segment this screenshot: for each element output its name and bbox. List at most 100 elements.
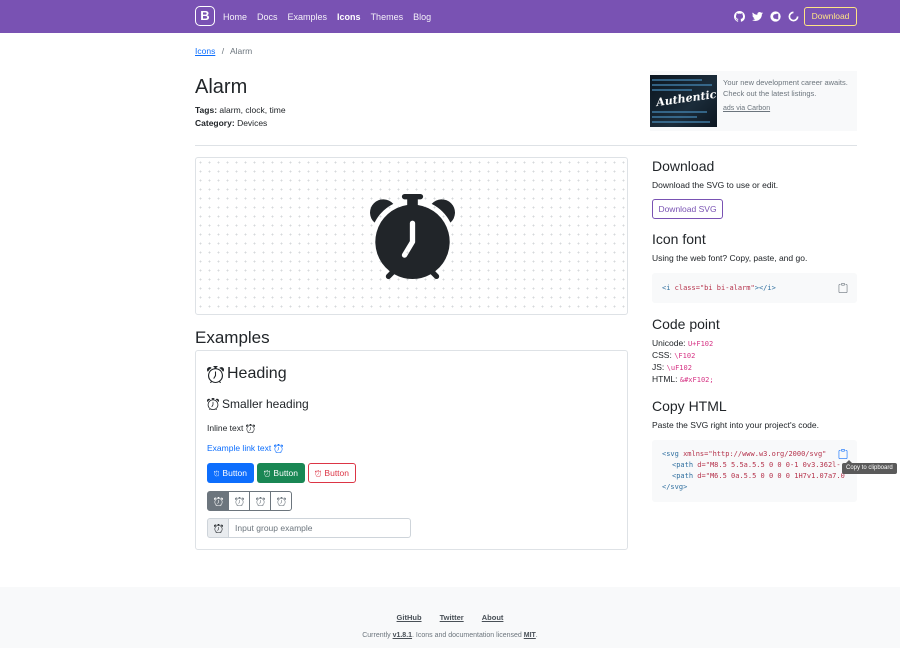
clipboard-icon[interactable] xyxy=(838,283,848,293)
input-group-addon xyxy=(207,518,229,538)
github-icon[interactable] xyxy=(734,11,745,22)
clipboard-icon[interactable] xyxy=(838,449,848,459)
button-group-item-4[interactable] xyxy=(270,491,292,511)
footer-version-link[interactable]: v1.8.1 xyxy=(393,632,412,639)
footer-link-github[interactable]: GitHub xyxy=(397,613,422,622)
html-value: &#xF102; xyxy=(679,376,714,384)
input-group-field[interactable] xyxy=(229,518,411,538)
footer-text: Currently v1.8.1. Icons and documentatio… xyxy=(0,632,900,639)
icon-font-snippet: <i class="bi bi-alarm"></i> xyxy=(662,284,776,292)
alarm-icon xyxy=(214,469,219,478)
nav-link-icons[interactable]: Icons xyxy=(337,12,361,22)
bootstrap-logo[interactable]: B xyxy=(195,6,215,26)
alarm-icon xyxy=(214,497,223,506)
copy-html-code: <svg xmlns="http://www.w3.org/2000/svg" … xyxy=(652,440,857,502)
code-tag-close: ></i> xyxy=(754,284,776,292)
page-title: Alarm xyxy=(195,76,248,98)
code-point-title: Code point xyxy=(652,316,720,332)
success-button-label: Button xyxy=(273,468,298,478)
copy-html-desc: Paste the SVG right into your project's … xyxy=(652,420,819,430)
divider xyxy=(195,145,857,146)
icon-font-desc: Using the web font? Copy, paste, and go. xyxy=(652,253,808,263)
code-tag: <svg xyxy=(662,450,684,458)
footer-link-twitter[interactable]: Twitter xyxy=(440,613,464,622)
ad-image-text: Authentic xyxy=(655,87,717,110)
copy-tooltip: Copy to clipboard xyxy=(842,460,897,474)
code-tag: <path xyxy=(672,472,698,480)
code-value: "http://www.w3.org/2000/svg" xyxy=(708,450,827,458)
icon-meta: Tags: alarm, clock, time Category: Devic… xyxy=(195,104,286,130)
breadcrumb-separator: / xyxy=(221,46,225,56)
carbon-ad: Authentic Your new development career aw… xyxy=(650,71,857,131)
slack-icon[interactable] xyxy=(788,11,799,22)
alarm-icon xyxy=(235,497,244,506)
nav-link-examples[interactable]: Examples xyxy=(288,12,328,22)
code-tag: <i xyxy=(662,284,675,292)
nav-link-docs[interactable]: Docs xyxy=(257,12,278,22)
code-value: "M8.5 5.5a.5.5 0 0 0-1 0v3.362l- xyxy=(705,461,841,469)
download-desc: Download the SVG to use or edit. xyxy=(652,180,779,190)
alarm-icon xyxy=(214,524,223,533)
twitter-icon[interactable] xyxy=(752,11,763,22)
breadcrumb: Icons / Alarm xyxy=(195,46,252,56)
copy-html-title: Copy HTML xyxy=(652,398,727,414)
footer: GitHub Twitter About Currently v1.8.1. I… xyxy=(0,587,900,648)
examples-title: Examples xyxy=(195,328,270,347)
footer-license-link[interactable]: MIT xyxy=(524,632,536,639)
example-link[interactable]: Example link text xyxy=(207,443,283,453)
ad-carbon-link[interactable]: ads via Carbon xyxy=(723,105,770,112)
example-link-text[interactable]: Example link text xyxy=(207,443,271,453)
nav-link-themes[interactable]: Themes xyxy=(371,12,404,22)
example-heading: Heading xyxy=(207,365,287,383)
example-smaller-heading: Smaller heading xyxy=(207,397,309,411)
nav-link-home[interactable]: Home xyxy=(223,12,247,22)
footer-text-suffix: . xyxy=(535,632,538,639)
ad-text[interactable]: Your new development career awaits. Chec… xyxy=(723,77,853,99)
primary-button-label: Button xyxy=(222,468,247,478)
example-input-group xyxy=(207,518,411,538)
footer-links: GitHub Twitter About xyxy=(0,613,900,622)
css-label: CSS: xyxy=(652,350,672,360)
tags-label: Tags: xyxy=(195,105,218,115)
social-icons xyxy=(734,11,799,22)
success-button[interactable]: Button xyxy=(257,463,305,483)
danger-button-label: Button xyxy=(324,468,349,478)
navbar-download-button[interactable]: Download xyxy=(804,7,857,26)
danger-outline-button[interactable]: Button xyxy=(308,463,356,483)
svg-code-line-2: <path d="M8.5 5.5a.5.5 0 0 0-1 0v3.362l- xyxy=(672,461,841,469)
html-label: HTML: xyxy=(652,374,678,384)
footer-link-about[interactable]: About xyxy=(482,613,504,622)
alarm-icon xyxy=(370,194,455,279)
ad-image[interactable]: Authentic xyxy=(650,75,717,127)
category-label: Category: xyxy=(195,118,235,128)
nav-link-blog[interactable]: Blog xyxy=(413,12,431,22)
code-value: "bi bi-alarm" xyxy=(699,284,755,292)
button-group-item-3[interactable] xyxy=(249,491,271,511)
breadcrumb-icons-link[interactable]: Icons xyxy=(195,46,215,56)
opencollective-icon[interactable] xyxy=(770,11,781,22)
alarm-icon xyxy=(207,366,224,383)
unicode-label: Unicode: xyxy=(652,338,686,348)
code-point-unicode: Unicode: U+F102 xyxy=(652,338,713,348)
primary-button[interactable]: Button xyxy=(207,463,254,483)
breadcrumb-current: Alarm xyxy=(229,46,253,56)
svg-code-line-4: </svg> xyxy=(662,483,687,491)
footer-text-mid: . Icons and documentation licensed xyxy=(412,632,524,639)
code-attr: d= xyxy=(697,472,706,480)
button-group-item-1[interactable] xyxy=(207,491,229,511)
button-group-item-2[interactable] xyxy=(228,491,250,511)
icon-font-title: Icon font xyxy=(652,231,706,247)
code-point-js: JS: \uF102 xyxy=(652,362,692,372)
code-attr: d= xyxy=(697,461,706,469)
code-attr: xmlns= xyxy=(683,450,709,458)
code-tag: <path xyxy=(672,461,698,469)
alarm-icon xyxy=(256,497,265,506)
alarm-icon xyxy=(277,497,286,506)
js-value: \uF102 xyxy=(666,364,692,372)
icon-font-code: <i class="bi bi-alarm"></i> xyxy=(652,273,857,303)
tags-value: alarm, clock, time xyxy=(219,105,286,115)
alarm-icon xyxy=(207,398,219,410)
example-inline-text: Inline text xyxy=(207,423,255,433)
download-svg-button[interactable]: Download SVG xyxy=(652,199,723,219)
navbar: B Home Docs Examples Icons Themes Blog D… xyxy=(0,0,900,33)
